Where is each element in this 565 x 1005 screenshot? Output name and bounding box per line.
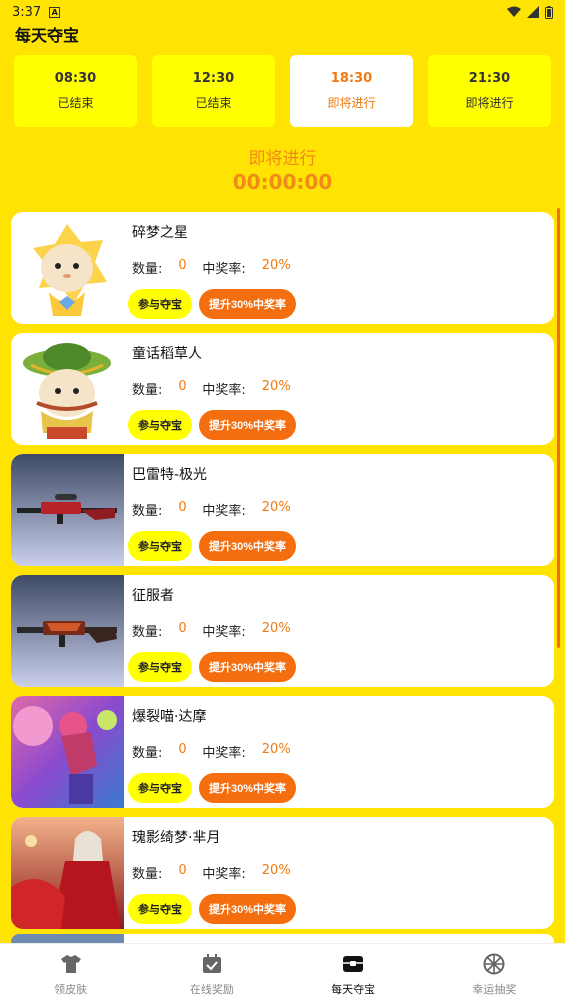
prize-name: 碎梦之星: [132, 225, 188, 241]
prize-card: 瑰影绮梦·芈月 数量: 0 中奖率: 20% 参与夺宝 提升30%中奖率: [11, 817, 554, 929]
join-button[interactable]: 参与夺宝: [128, 289, 192, 319]
slot-time: 12:30: [192, 71, 235, 86]
tab-online-rewards[interactable]: 在线奖励: [141, 944, 282, 1005]
quantity-label: 数量:: [132, 383, 163, 398]
quantity-value: 0: [178, 742, 187, 757]
signal-icon: [527, 6, 539, 18]
win-rate-label: 中奖率:: [202, 867, 246, 882]
quantity-label: 数量:: [132, 625, 163, 640]
prize-name: 瑰影绮梦·芈月: [132, 830, 221, 846]
prize-card: 碎梦之星 数量: 0 中奖率: 20% 参与夺宝 提升30%中奖率: [11, 212, 554, 324]
prize-image-conqueror-rifle: [11, 575, 124, 687]
slot-status: 已结束: [195, 96, 232, 110]
win-rate-label: 中奖率:: [202, 625, 246, 640]
time-slot-0830[interactable]: 08:30 已结束: [14, 55, 137, 127]
quantity-label: 数量:: [132, 867, 163, 882]
win-rate-value: 20%: [261, 742, 291, 757]
slot-status: 即将进行: [465, 96, 514, 110]
quantity-value: 0: [178, 621, 187, 636]
countdown-label: 即将进行: [248, 149, 317, 169]
slot-time: 08:30: [54, 71, 97, 86]
tab-label: 每天夺宝: [331, 982, 376, 996]
notification-a-icon: A: [49, 6, 61, 18]
win-rate-value: 20%: [261, 258, 291, 273]
time-slot-2130[interactable]: 21:30 即将进行: [428, 55, 551, 127]
slot-status: 即将进行: [327, 96, 376, 110]
prize-name: 爆裂喵·达摩: [132, 709, 207, 725]
time-slot-selector: 08:30 已结束 12:30 已结束 18:30 即将进行 21:30 即将进…: [14, 55, 551, 127]
wifi-icon: [507, 6, 521, 17]
win-rate-label: 中奖率:: [202, 504, 246, 519]
prize-image-hero-skin-miyue: [11, 817, 124, 929]
prize-card: 爆裂喵·达摩 数量: 0 中奖率: 20% 参与夺宝 提升30%中奖率: [11, 696, 554, 808]
tab-skins[interactable]: 领皮肤: [0, 944, 141, 1005]
quantity-value: 0: [178, 379, 187, 394]
boost-rate-button[interactable]: 提升30%中奖率: [199, 652, 296, 682]
win-rate-label: 中奖率:: [202, 262, 246, 277]
countdown-timer: 00:00:00: [232, 170, 333, 194]
boost-rate-button[interactable]: 提升30%中奖率: [199, 289, 296, 319]
prize-stats: 数量: 0 中奖率: 20%: [132, 379, 291, 398]
win-rate-value: 20%: [261, 863, 291, 878]
join-button[interactable]: 参与夺宝: [128, 773, 192, 803]
prize-image-star-doll: [11, 212, 124, 324]
prize-image-hero-skin-damo: [11, 696, 124, 808]
treasure-box-icon: [343, 955, 364, 972]
boost-rate-button[interactable]: 提升30%中奖率: [199, 894, 296, 924]
win-rate-label: 中奖率:: [202, 746, 246, 761]
boost-rate-button[interactable]: 提升30%中奖率: [199, 773, 296, 803]
scrollbar[interactable]: [557, 208, 560, 648]
boost-rate-button[interactable]: 提升30%中奖率: [199, 531, 296, 561]
prize-list[interactable]: 碎梦之星 数量: 0 中奖率: 20% 参与夺宝 提升30%中奖率 童话稻草人: [11, 212, 554, 940]
slot-time: 21:30: [468, 71, 511, 86]
prize-name: 巴雷特-极光: [132, 467, 208, 483]
bottom-tab-bar: 领皮肤 在线奖励 每天夺宝 幸运抽奖: [0, 943, 565, 1005]
join-button[interactable]: 参与夺宝: [128, 531, 192, 561]
win-rate-value: 20%: [261, 379, 291, 394]
tab-daily-treasure[interactable]: 每天夺宝: [283, 944, 424, 1005]
tab-lucky-draw[interactable]: 幸运抽奖: [424, 944, 565, 1005]
boost-rate-button[interactable]: 提升30%中奖率: [199, 410, 296, 440]
prize-card: 征服者 数量: 0 中奖率: 20% 参与夺宝 提升30%中奖率: [11, 575, 554, 687]
quantity-label: 数量:: [132, 262, 163, 277]
tab-label: 幸运抽奖: [472, 982, 517, 996]
time-slot-1230[interactable]: 12:30 已结束: [152, 55, 275, 127]
join-button[interactable]: 参与夺宝: [128, 652, 192, 682]
prize-image-barrett-rifle: [11, 454, 124, 566]
slot-time: 18:30: [330, 71, 373, 86]
tab-label: 在线奖励: [189, 982, 234, 996]
battery-icon: [545, 5, 553, 19]
prize-card: 童话稻草人 数量: 0 中奖率: 20% 参与夺宝 提升30%中奖率: [11, 333, 554, 445]
win-rate-label: 中奖率:: [202, 383, 246, 398]
prize-name: 征服者: [132, 588, 174, 604]
quantity-value: 0: [178, 863, 187, 878]
prize-stats: 数量: 0 中奖率: 20%: [132, 258, 291, 277]
quantity-label: 数量:: [132, 504, 163, 519]
join-button[interactable]: 参与夺宝: [128, 410, 192, 440]
quantity-label: 数量:: [132, 746, 163, 761]
shirt-icon: [60, 954, 81, 973]
prize-card: 巴雷特-极光 数量: 0 中奖率: 20% 参与夺宝 提升30%中奖率: [11, 454, 554, 566]
calendar-check-icon: [202, 953, 221, 973]
status-time: 3:37: [12, 4, 42, 20]
quantity-value: 0: [178, 500, 187, 515]
win-rate-value: 20%: [261, 621, 291, 636]
tab-label: 领皮肤: [54, 982, 88, 996]
page-title: 每天夺宝: [15, 26, 80, 45]
time-slot-1830[interactable]: 18:30 即将进行: [290, 55, 413, 127]
prize-image-scarecrow-doll: [11, 333, 124, 445]
status-bar: 3:37 A: [0, 0, 565, 24]
slot-status: 已结束: [57, 96, 94, 110]
win-rate-value: 20%: [261, 500, 291, 515]
join-button[interactable]: 参与夺宝: [128, 894, 192, 924]
prize-stats: 数量: 0 中奖率: 20%: [132, 742, 291, 761]
prize-stats: 数量: 0 中奖率: 20%: [132, 863, 291, 882]
prize-stats: 数量: 0 中奖率: 20%: [132, 621, 291, 640]
prize-name: 童话稻草人: [132, 346, 202, 362]
wheel-icon: [483, 953, 505, 974]
quantity-value: 0: [178, 258, 187, 273]
prize-stats: 数量: 0 中奖率: 20%: [132, 500, 291, 519]
